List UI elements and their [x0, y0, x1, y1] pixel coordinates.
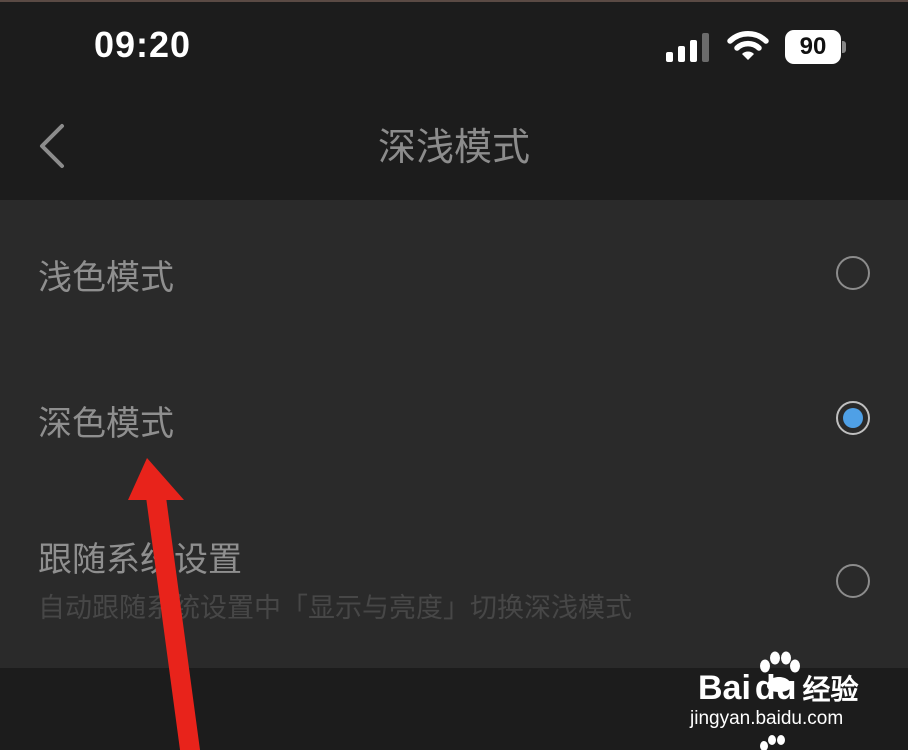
option-label: 深色模式 [38, 404, 174, 444]
watermark-cn: 经验 [802, 673, 859, 706]
watermark-logo: Bai du 经验 [698, 668, 858, 708]
option-label: 浅色模式 [38, 258, 174, 298]
option-follow-system[interactable]: 跟随系统设置 自动跟随系统设置中「显示与亮度」切换深浅模式 [0, 492, 908, 668]
watermark-url: jingyan.baidu.com [690, 708, 844, 729]
status-bar: 09:20 90 [0, 2, 908, 90]
radio-follow-system[interactable] [836, 564, 870, 598]
navigation-bar: 深浅模式 [0, 90, 908, 202]
wifi-icon [727, 31, 769, 60]
watermark-bai: Bai [698, 669, 751, 707]
page-title: 深浅模式 [377, 125, 530, 169]
battery-level: 90 [799, 33, 827, 60]
header-area: 09:20 90 深浅模式 [0, 0, 908, 200]
option-sublabel: 自动跟随系统设置中「显示与亮度」切换深浅模式 [38, 593, 632, 624]
cellular-signal-icon [666, 33, 709, 62]
status-time: 09:20 [94, 24, 192, 65]
radio-dark-mode[interactable] [836, 401, 870, 435]
battery-icon: 90 [785, 30, 847, 64]
radio-selected-dot [843, 408, 863, 428]
option-light-mode[interactable]: 浅色模式 [0, 200, 908, 346]
battery-cap [842, 41, 846, 53]
watermark-du: du [754, 669, 797, 707]
option-dark-mode[interactable]: 深色模式 [0, 346, 908, 492]
radio-light-mode[interactable] [836, 256, 870, 290]
paw-icon-small [760, 735, 785, 750]
baidu-jingyan-watermark: Bai du 经验 jingyan.baidu.com [690, 650, 890, 750]
appearance-options-list: 浅色模式 深色模式 跟随系统设置 自动跟随系统设置中「显示与亮度」切换深浅模式 [0, 200, 908, 668]
option-label: 跟随系统设置 [38, 540, 242, 580]
